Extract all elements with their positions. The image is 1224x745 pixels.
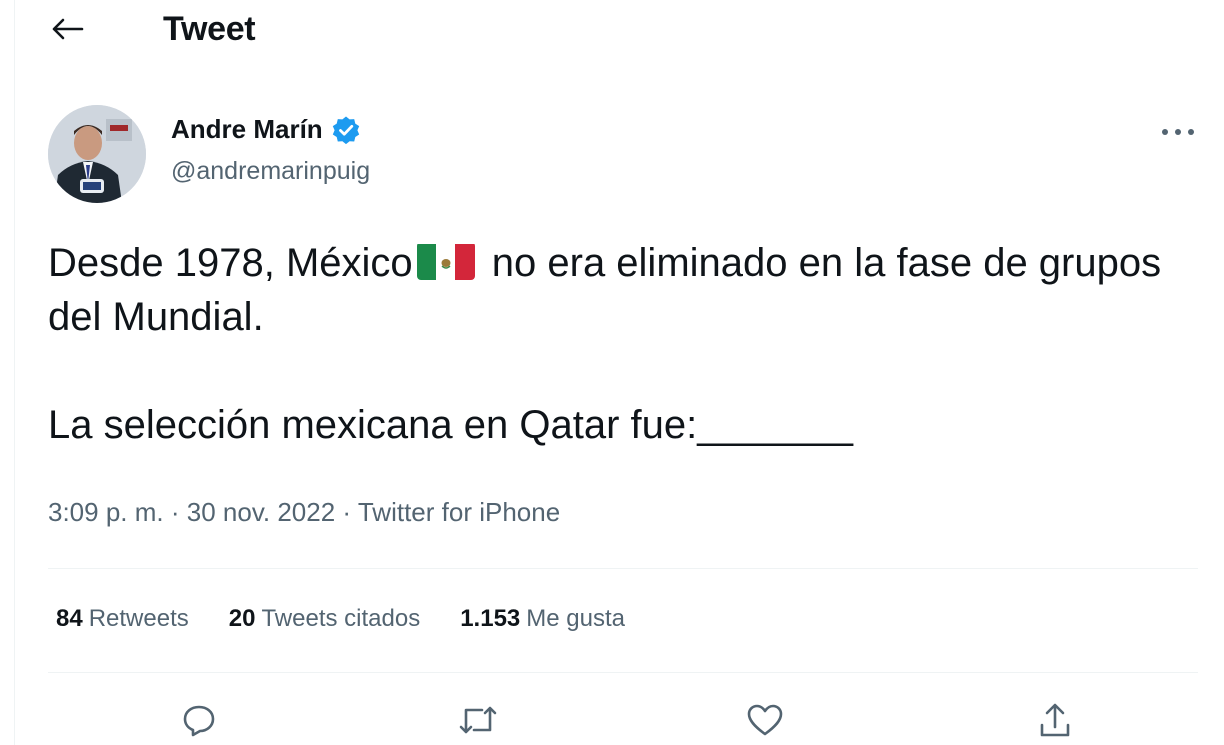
share-icon (1040, 703, 1070, 737)
avatar[interactable] (48, 105, 146, 203)
tweet-time[interactable]: 3:09 p. m. (48, 497, 164, 527)
retweets-stat[interactable]: 84 Retweets (56, 605, 189, 633)
retweet-button[interactable] (454, 698, 502, 742)
tweet-actions (48, 690, 1198, 745)
like-button[interactable] (741, 698, 789, 742)
author-name-row: Andre Marín (171, 114, 361, 145)
back-button[interactable] (44, 8, 92, 50)
more-options-button[interactable] (1150, 112, 1206, 152)
share-button[interactable] (1031, 698, 1079, 742)
likes-label: Me gusta (526, 605, 625, 632)
tweet-stats: 84 Retweets 20 Tweets citados 1.153 Me gust… (56, 605, 625, 633)
divider-bottom (48, 672, 1198, 673)
meta-separator-2: · (342, 497, 352, 527)
tweet-body: Desde 1978, México no era eliminado en l… (48, 236, 1198, 452)
author-handle[interactable]: @andremarinpuig (171, 157, 370, 186)
tweet-text-part-1: Desde 1978, México (48, 241, 413, 285)
tweet-date[interactable]: 30 nov. 2022 (187, 497, 335, 527)
quotes-stat[interactable]: 20 Tweets citados (229, 605, 420, 633)
arrow-left-icon (52, 18, 84, 40)
meta-separator-1: · (170, 497, 180, 527)
tweet-source[interactable]: Twitter for iPhone (358, 497, 560, 527)
more-horizontal-icon (1162, 129, 1194, 135)
tweet-meta: 3:09 p. m. · 30 nov. 2022 · Twitter for … (48, 497, 560, 528)
timeline-border (14, 0, 15, 745)
profile-photo (48, 105, 146, 203)
mexico-flag-icon (416, 242, 475, 280)
reply-icon (183, 705, 215, 737)
reply-button[interactable] (175, 698, 223, 742)
quotes-label: Tweets citados (261, 605, 421, 632)
heart-icon (747, 704, 783, 736)
divider-top (48, 568, 1198, 569)
quotes-count: 20 (228, 605, 256, 632)
author-display-name[interactable]: Andre Marín (171, 114, 323, 145)
retweet-icon (459, 706, 497, 734)
verified-badge-icon (331, 115, 361, 145)
retweets-count: 84 (56, 605, 83, 632)
retweets-label: Retweets (88, 605, 189, 632)
likes-stat[interactable]: 1.153 Me gusta (460, 605, 625, 633)
page-title: Tweet (163, 10, 256, 48)
tweet-paragraph-1: Desde 1978, México no era eliminado en l… (48, 236, 1198, 344)
likes-count: 1.153 (460, 605, 521, 632)
tweet-header: Tweet (0, 0, 1224, 62)
tweet-paragraph-2: La selección mexicana en Qatar fue:_____… (48, 403, 853, 447)
